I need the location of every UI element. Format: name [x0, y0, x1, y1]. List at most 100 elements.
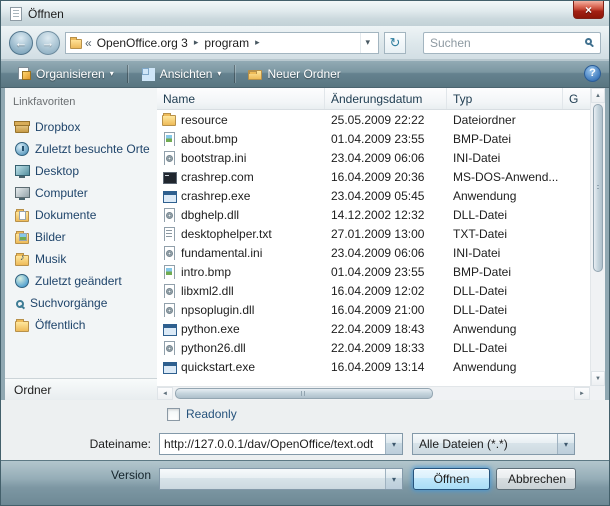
file-type: Anwendung: [447, 189, 563, 203]
address-history-dropdown[interactable]: ▾: [360, 33, 374, 53]
table-row[interactable]: dbghelp.dll 14.12.2002 12:32DLL-Datei: [157, 205, 590, 224]
table-row[interactable]: npsoplugin.dll16.04.2009 21:00DLL-Datei: [157, 300, 590, 319]
sidebar-item-music[interactable]: Musik: [5, 248, 157, 270]
column-header-name[interactable]: Name: [157, 88, 325, 109]
scroll-down-arrow-icon[interactable]: ▼: [591, 371, 605, 386]
table-row[interactable]: crashrep.com16.04.2009 20:36MS-DOS-Anwen…: [157, 167, 590, 186]
sidebar-folders-bar[interactable]: Ordner: [5, 378, 157, 400]
search-input[interactable]: [430, 36, 581, 50]
views-button[interactable]: Ansichten ▾: [133, 63, 230, 85]
breadcrumb[interactable]: « OpenOffice.org 3 ▸ program ▸ ▾: [65, 32, 379, 54]
filename-input[interactable]: [160, 434, 385, 454]
table-row[interactable]: python26.dll22.04.2009 18:33DLL-Datei: [157, 338, 590, 357]
dropbox-icon: [15, 124, 29, 133]
breadcrumb-overflow-chevron[interactable]: «: [85, 36, 92, 50]
navigation-bar: ← → « OpenOffice.org 3 ▸ program ▸ ▾ ↻: [1, 26, 609, 60]
window-title: Öffnen: [28, 7, 64, 21]
organize-button[interactable]: Organisieren ▾: [9, 63, 122, 85]
sidebar-item-documents[interactable]: Dokumente: [5, 204, 157, 226]
sidebar-item-dropbox[interactable]: Dropbox: [5, 116, 157, 138]
forward-button[interactable]: →: [36, 31, 60, 55]
file-rows: resource25.05.2009 22:22Dateiordnerabout…: [157, 110, 590, 386]
file-date: 23.04.2009 05:45: [325, 189, 447, 203]
filetype-dropdown[interactable]: Alle Dateien (*.*) ▾: [412, 433, 575, 455]
scroll-left-arrow-icon[interactable]: ◄: [157, 387, 173, 400]
sidebar-item-pictures[interactable]: Bilder: [5, 226, 157, 248]
column-header-size[interactable]: G: [563, 88, 590, 109]
file-type: DLL-Datei: [447, 341, 563, 355]
table-row[interactable]: quickstart.exe16.04.2009 13:14Anwendung: [157, 357, 590, 376]
open-button[interactable]: Öffnen: [413, 468, 490, 490]
sidebar-item-computer[interactable]: Computer: [5, 182, 157, 204]
table-row[interactable]: python.exe22.04.2009 18:43Anwendung: [157, 319, 590, 338]
file-date: 01.04.2009 23:55: [325, 132, 447, 146]
file-name: intro.bmp: [181, 265, 231, 279]
filename-combobox: ▾: [159, 433, 403, 455]
file-type: DLL-Datei: [447, 284, 563, 298]
close-button[interactable]: ×: [573, 1, 604, 19]
file-list: Name Änderungsdatum Typ G resource25.05.…: [157, 88, 605, 400]
file-type: DLL-Datei: [447, 208, 563, 222]
scroll-up-arrow-icon[interactable]: ▲: [591, 88, 605, 103]
version-label: Version: [1, 468, 159, 482]
pictures-icon: [15, 233, 29, 244]
scroll-right-arrow-icon[interactable]: ►: [574, 387, 590, 400]
ini-file-icon: [162, 151, 176, 165]
sidebar-item-public[interactable]: Öffentlich: [5, 314, 157, 336]
filetype-dropdown-arrow-icon[interactable]: ▾: [557, 434, 574, 454]
refresh-button[interactable]: ↻: [384, 32, 406, 54]
sidebar-item-recent[interactable]: Zuletzt besuchte Orte: [5, 138, 157, 160]
file-name: dbghelp.dll: [181, 208, 239, 222]
cancel-button[interactable]: Abbrechen: [496, 468, 576, 490]
column-header-date[interactable]: Änderungsdatum: [325, 88, 447, 109]
sidebar-item-changed[interactable]: Zuletzt geändert: [5, 270, 157, 292]
file-date: 23.04.2009 06:06: [325, 151, 447, 165]
new-folder-icon: [248, 70, 262, 80]
back-arrow-icon: ←: [15, 35, 28, 50]
changed-icon: [15, 274, 29, 288]
table-row[interactable]: desktophelper.txt27.01.2009 13:00TXT-Dat…: [157, 224, 590, 243]
filename-dropdown-arrow-icon[interactable]: ▾: [385, 434, 402, 454]
vertical-scroll-thumb[interactable]: [593, 104, 603, 272]
column-header-type[interactable]: Typ: [447, 88, 563, 109]
sidebar-header: Linkfavoriten: [5, 94, 157, 116]
new-folder-button[interactable]: Neuer Ordner: [240, 63, 348, 85]
version-dropdown-arrow-icon[interactable]: ▾: [385, 469, 402, 489]
breadcrumb-separator-icon[interactable]: ▸: [254, 37, 261, 48]
readonly-checkbox[interactable]: [167, 408, 180, 421]
documents-icon: [15, 211, 29, 222]
sidebar-item-desktop[interactable]: Desktop: [5, 160, 157, 182]
version-dropdown[interactable]: ▾: [159, 468, 403, 490]
file-date: 25.05.2009 22:22: [325, 113, 447, 127]
filetype-value: Alle Dateien (*.*): [413, 434, 557, 454]
table-row[interactable]: bootstrap.ini23.04.2009 06:06INI-Datei: [157, 148, 590, 167]
table-row[interactable]: intro.bmp01.04.2009 23:55BMP-Datei: [157, 262, 590, 281]
horizontal-scroll-thumb[interactable]: [175, 388, 433, 399]
table-row[interactable]: resource25.05.2009 22:22Dateiordner: [157, 110, 590, 129]
vertical-scrollbar[interactable]: ▲ ▼: [590, 88, 605, 386]
table-row[interactable]: fundamental.ini23.04.2009 06:06INI-Datei: [157, 243, 590, 262]
open-dialog: Öffnen × ← → « OpenOffice.org 3 ▸ progra…: [0, 0, 610, 506]
breadcrumb-separator-icon[interactable]: ▸: [193, 37, 200, 48]
folder-file-icon: [162, 115, 176, 126]
column-headers: Name Änderungsdatum Typ G: [157, 88, 590, 110]
table-row[interactable]: about.bmp01.04.2009 23:55BMP-Datei: [157, 129, 590, 148]
table-row[interactable]: libxml2.dll16.04.2009 12:02DLL-Datei: [157, 281, 590, 300]
toolbar-separator: [127, 65, 128, 83]
new-folder-label: Neuer Ordner: [267, 67, 340, 81]
help-button[interactable]: ?: [584, 65, 601, 82]
search-icon: [585, 38, 592, 45]
horizontal-scrollbar[interactable]: ◄ ►: [157, 386, 590, 400]
breadcrumb-item-openoffice[interactable]: OpenOffice.org 3: [95, 35, 190, 51]
file-date: 22.04.2009 18:43: [325, 322, 447, 336]
sidebar-item-searches[interactable]: Suchvorgänge: [5, 292, 157, 314]
views-icon: [141, 67, 155, 80]
file-date: 14.12.2002 12:32: [325, 208, 447, 222]
breadcrumb-item-program[interactable]: program: [202, 35, 251, 51]
file-name: python.exe: [181, 322, 240, 336]
sidebar-item-label: Computer: [35, 186, 88, 200]
scrollbar-corner: [590, 386, 605, 400]
back-button[interactable]: ←: [9, 31, 33, 55]
sidebar-item-label: Zuletzt geändert: [35, 274, 122, 288]
table-row[interactable]: crashrep.exe23.04.2009 05:45Anwendung: [157, 186, 590, 205]
